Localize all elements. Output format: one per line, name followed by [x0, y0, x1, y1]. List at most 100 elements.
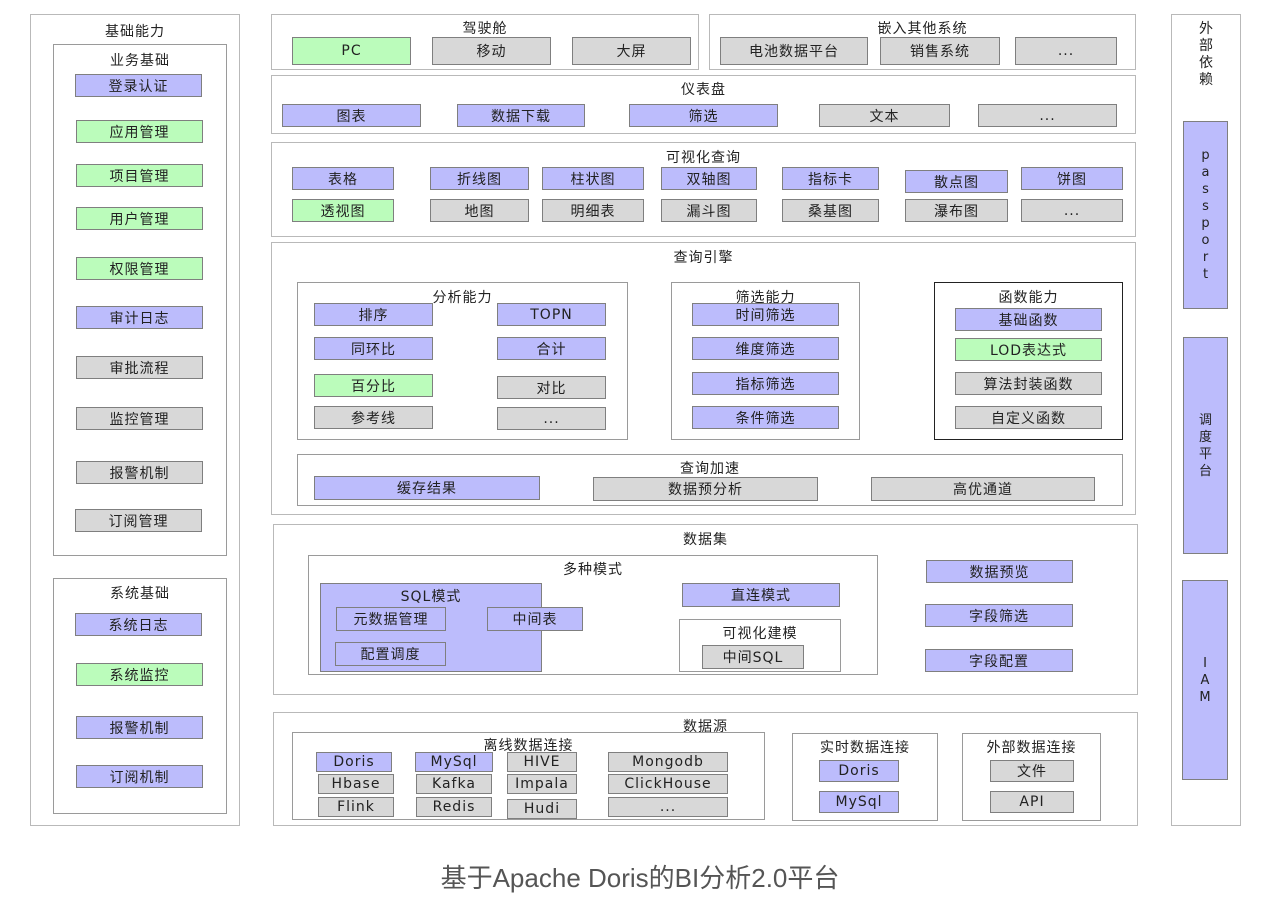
chart-type-planned-2: 明细表	[542, 199, 644, 222]
dependency-0-char: s	[1202, 182, 1209, 197]
dataset-title: 数据集	[683, 532, 728, 548]
business-foundation-title: 业务基础	[110, 53, 170, 69]
offline-source-label: Mongodb	[632, 754, 704, 770]
accel-priority-channel: 高优通道	[871, 477, 1095, 501]
system-item-3: 订阅机制	[76, 765, 203, 788]
cockpit-title: 驾驶舱	[462, 21, 508, 37]
chart-type-5: 散点图	[905, 170, 1008, 193]
business-item-1: 应用管理	[76, 120, 203, 143]
external-dependency-title-char: 部	[1199, 38, 1213, 54]
cockpit-bigscreen: 大屏	[572, 37, 691, 65]
dashboard-item-label: 筛选	[688, 108, 719, 125]
filter-item-2: 指标筛选	[692, 372, 839, 395]
dependency-1-char: 调	[1198, 412, 1212, 428]
dashboard-item-label: 图表	[336, 108, 367, 125]
offline-source-label: ClickHouse	[624, 776, 712, 792]
offline-source-6: Impala	[507, 774, 577, 794]
chart-type-planned-4: 桑基图	[782, 199, 879, 222]
chart-type-label: 饼图	[1057, 171, 1087, 188]
chart-type-planned-label: 漏斗图	[686, 203, 732, 220]
function-item-0: 基础函数	[955, 308, 1102, 331]
filter-item-label: 指标筛选	[735, 376, 796, 393]
cockpit-mobile-label: 移动	[476, 44, 507, 60]
accel-cache-label: 缓存结果	[397, 481, 457, 497]
business-item-4: 权限管理	[76, 257, 203, 280]
analysis-item-7: ...	[497, 407, 606, 430]
system-item-label: 系统日志	[108, 617, 169, 634]
dashboard-item-3: 文本	[819, 104, 950, 127]
dependency-2-char: I	[1203, 655, 1207, 671]
offline-source-label: Impala	[515, 776, 569, 792]
direct-mode: 直连模式	[682, 583, 840, 607]
dependency-0-char: r	[1202, 250, 1209, 265]
offline-source-2: HIVE	[507, 752, 577, 772]
offline-source-label: Flink	[337, 799, 375, 815]
dashboard-item-label: 数据下载	[491, 108, 551, 125]
analysis-item-label: TOPN	[530, 306, 573, 323]
function-item-label: 基础函数	[998, 312, 1059, 329]
external-dependency-title-char: 外	[1199, 21, 1213, 37]
analysis-item-5: 对比	[497, 376, 606, 399]
offline-source-10: Hudi	[507, 799, 577, 819]
function-item-3: 自定义函数	[955, 406, 1102, 429]
chart-type-planned-label: 地图	[464, 203, 495, 220]
visual-query-title: 可视化查询	[666, 150, 741, 166]
chart-type-planned-3: 漏斗图	[661, 199, 757, 222]
analysis-item-4: 百分比	[314, 374, 433, 397]
analysis-item-0: 排序	[314, 303, 433, 326]
offline-source-7: ClickHouse	[608, 774, 728, 794]
realtime-doris: Doris	[819, 760, 899, 782]
analysis-item-label: ...	[543, 410, 560, 427]
dashboard-item-2: 筛选	[629, 104, 778, 127]
analysis-item-3: 合计	[497, 337, 606, 360]
embed-more: ...	[1015, 37, 1117, 65]
business-item-label: 登录认证	[108, 78, 169, 95]
analysis-item-6: 参考线	[314, 406, 433, 429]
embed-battery-label: 电池数据平台	[749, 44, 839, 60]
field-filter: 字段筛选	[925, 604, 1073, 627]
external-file: 文件	[990, 760, 1074, 782]
sql-intermediate-label: 中间表	[512, 612, 558, 628]
filter-item-1: 维度筛选	[692, 337, 839, 360]
field-config-label: 字段配置	[969, 653, 1029, 670]
business-item-label: 审批流程	[109, 360, 170, 377]
chart-type-label: 折线图	[457, 171, 502, 188]
sql-metadata-label: 元数据管理	[353, 612, 429, 628]
offline-source-3: Mongodb	[608, 752, 728, 772]
dashboard-item-1: 数据下载	[457, 104, 585, 127]
dependency-1-char: 平	[1198, 446, 1212, 462]
chart-type-label: 指标卡	[808, 171, 853, 188]
function-item-label: 算法封装函数	[983, 376, 1074, 393]
business-item-label: 报警机制	[109, 465, 170, 482]
business-item-5: 审计日志	[76, 306, 203, 329]
offline-source-11: ...	[608, 797, 728, 817]
analysis-item-2: 同环比	[314, 337, 433, 360]
business-item-7: 监控管理	[76, 407, 203, 430]
chart-type-3: 双轴图	[661, 167, 757, 190]
dashboard-item-4: ...	[978, 104, 1117, 127]
offline-source-5: Kafka	[416, 774, 492, 794]
filter-item-3: 条件筛选	[692, 406, 839, 429]
business-item-label: 订阅管理	[108, 513, 169, 530]
dependency-0-char: o	[1201, 233, 1210, 248]
chart-type-planned-1: 地图	[430, 199, 529, 222]
offline-source-label: Kafka	[432, 776, 476, 792]
chart-type-planned-6: ...	[1021, 199, 1123, 222]
accel-cache-results: 缓存结果	[314, 476, 540, 500]
sql-config-scheduling: 配置调度	[335, 642, 446, 666]
sql-config-label: 配置调度	[360, 647, 421, 663]
offline-source-8: Flink	[318, 797, 394, 817]
modes-title: 多种模式	[563, 562, 623, 578]
filter-item-0: 时间筛选	[692, 303, 839, 326]
external-dependency-title-char: 依	[1199, 55, 1213, 71]
business-item-label: 应用管理	[109, 124, 170, 141]
chart-type-2: 柱状图	[542, 167, 644, 190]
intermediate-sql-label: 中间SQL	[722, 650, 784, 666]
chart-type-planned-label: 桑基图	[808, 203, 853, 220]
dependency-2-char: M	[1199, 689, 1211, 705]
dependency-iam: IAM	[1182, 580, 1228, 780]
external-title: 外部数据连接	[986, 740, 1077, 756]
accel-pre-analysis: 数据预分析	[593, 477, 818, 501]
dashboard-title: 仪表盘	[681, 82, 726, 98]
function-item-label: 自定义函数	[991, 410, 1066, 427]
